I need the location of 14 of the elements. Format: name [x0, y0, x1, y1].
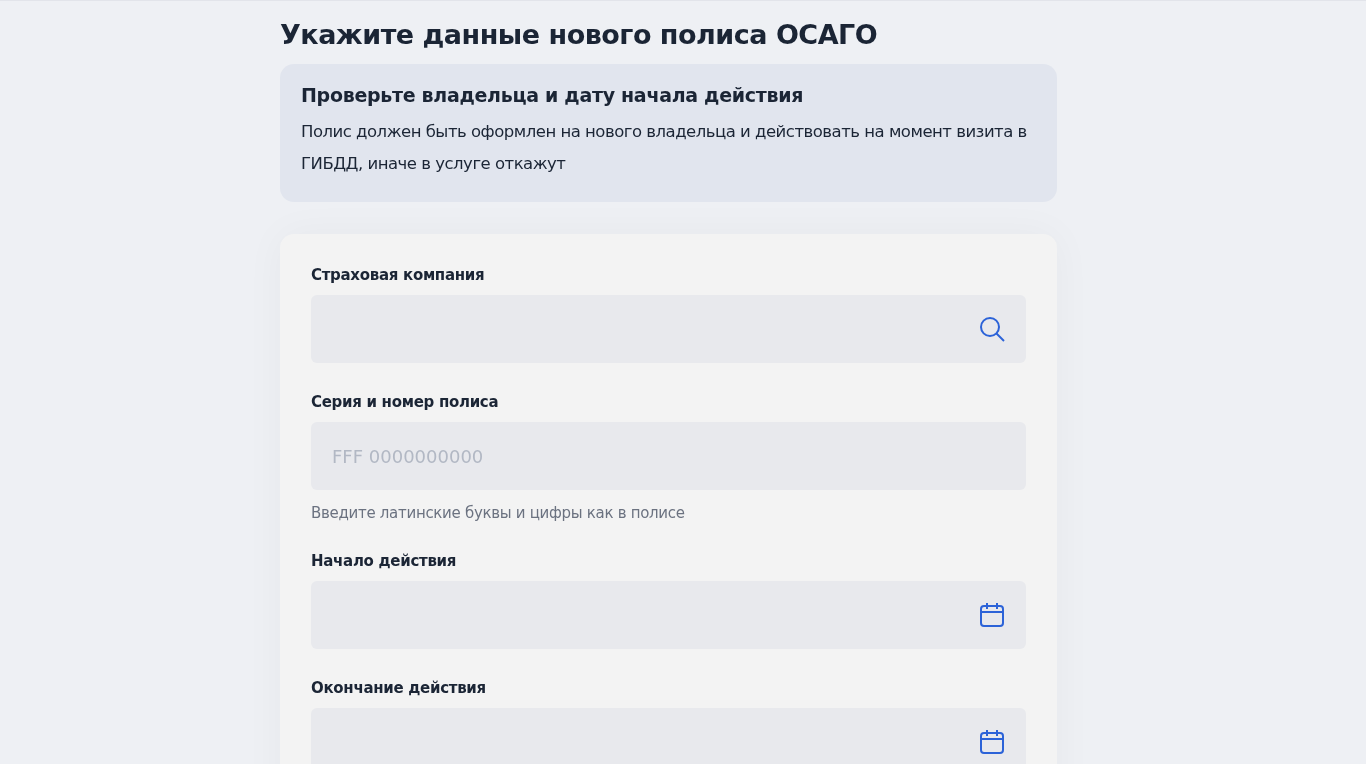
date-field[interactable]: [311, 708, 1026, 764]
search-icon[interactable]: [978, 315, 1006, 343]
notice-heading: Проверьте владельца и дату начала действия: [301, 84, 805, 106]
field-label: Окончание действия: [311, 679, 487, 697]
calendar-icon[interactable]: [978, 728, 1006, 756]
date-field[interactable]: [311, 581, 1026, 649]
search-field[interactable]: [311, 295, 1026, 363]
notice-text: Полис должен быть оформлен на нового владельца и действовать на момент визита в ГИБДД, иначе в услуге откажут: [301, 121, 1028, 175]
field-hint: Введите латинские буквы и цифры как в полисе: [311, 504, 686, 522]
page-title: Укажите данные нового полиса ОСАГО: [280, 19, 879, 50]
field-label: Страховая компания: [311, 266, 486, 284]
calendar-icon[interactable]: [978, 601, 1006, 629]
field-label: Серия и номер полиса: [311, 393, 500, 411]
field-label: Начало действия: [311, 552, 458, 570]
